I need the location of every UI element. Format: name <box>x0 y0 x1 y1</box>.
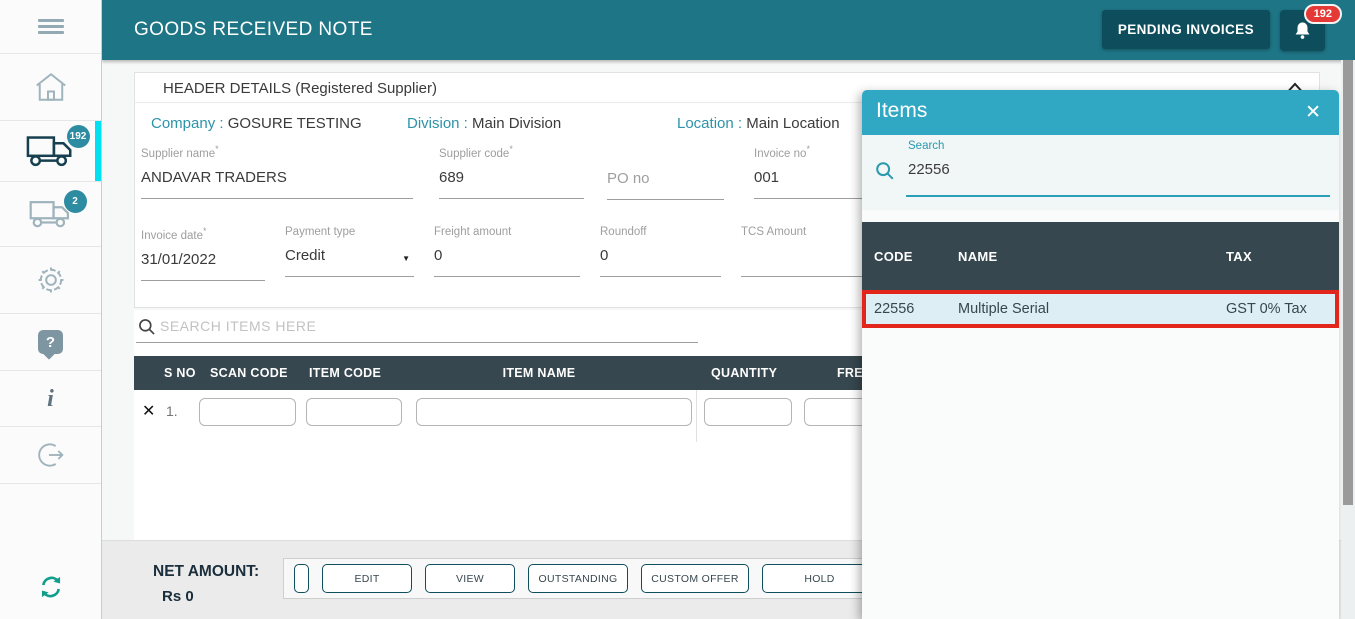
column-quantity: QUANTITY <box>711 366 777 380</box>
pending-invoices-button[interactable]: PENDING INVOICES <box>1102 10 1270 49</box>
item-name-input[interactable] <box>416 398 692 426</box>
column-item-name: ITEM NAME <box>474 366 604 380</box>
row-number: 1. <box>166 403 178 419</box>
collapsed-action-button[interactable] <box>294 564 309 593</box>
invoice-date-value: 31/01/2022 <box>141 251 265 271</box>
po-no-field[interactable]: PO no <box>607 144 724 200</box>
sync-icon <box>35 571 67 603</box>
custom-offer-button[interactable]: CUSTOM OFFER <box>641 564 749 593</box>
sidebar-item-goods-received[interactable]: 192 <box>0 121 101 182</box>
help-icon: ? <box>38 330 63 354</box>
view-button[interactable]: VIEW <box>425 564 515 593</box>
hold-button[interactable]: HOLD <box>762 564 877 593</box>
payment-type-value: Credit <box>285 247 414 267</box>
gear-icon <box>34 263 68 297</box>
location-label: Location : <box>677 115 742 132</box>
items-dialog: Items ✕ Search CODE NAME TAX 22556 Multi… <box>862 90 1339 619</box>
sidebar-item-info[interactable]: i <box>0 371 101 427</box>
delete-row-icon[interactable]: ✕ <box>142 401 155 421</box>
item-name: Multiple Serial <box>958 301 1049 317</box>
roundoff-field[interactable]: Roundoff 0 <box>600 226 721 281</box>
sidebar-item-help[interactable]: ? <box>0 314 101 371</box>
item-code: 22556 <box>874 301 914 317</box>
items-search-input[interactable] <box>908 157 1308 182</box>
column-scan-code: SCAN CODE <box>210 366 288 380</box>
sidebar-item-logout[interactable] <box>0 427 101 484</box>
logout-icon <box>35 439 67 471</box>
supplier-name-field[interactable]: Supplier name* ANDAVAR TRADERS <box>141 144 413 200</box>
home-icon <box>33 71 69 103</box>
column-item-code: ITEM CODE <box>309 366 381 380</box>
column-name: NAME <box>958 249 997 264</box>
notification-count-badge: 192 <box>1304 4 1342 24</box>
company-label: Company : <box>151 115 224 132</box>
invoice-date-field[interactable]: Invoice date* 31/01/2022 <box>141 226 265 281</box>
top-header-bar: GOODS RECEIVED NOTE PENDING INVOICES 192 <box>102 0 1355 60</box>
items-search-label: Search <box>908 140 944 152</box>
supplier-code-field[interactable]: Supplier code* 689 <box>439 144 584 200</box>
column-code: CODE <box>874 249 913 264</box>
close-icon[interactable]: ✕ <box>1305 101 1321 124</box>
payment-type-select[interactable]: Payment type Credit ▼ <box>285 226 414 281</box>
net-amount-label: NET AMOUNT: <box>153 563 259 581</box>
outstanding-button[interactable]: OUTSTANDING <box>528 564 628 593</box>
hamburger-icon <box>38 16 64 37</box>
net-amount-value: Rs 0 <box>162 588 194 605</box>
items-grid-header: CODE NAME TAX <box>862 222 1339 290</box>
items-dialog-header: Items ✕ <box>862 90 1339 135</box>
sync-button[interactable] <box>0 563 101 611</box>
freight-amount-field[interactable]: Freight amount 0 <box>434 226 580 281</box>
menu-button[interactable] <box>0 0 101 54</box>
column-sno: S NO <box>164 366 196 380</box>
dropdown-arrow-icon: ▼ <box>402 254 410 263</box>
location-value: Main Location <box>746 115 839 132</box>
edit-button[interactable]: EDIT <box>322 564 412 593</box>
active-indicator <box>95 121 101 181</box>
scrollbar-thumb[interactable] <box>1343 60 1353 505</box>
item-code-input[interactable] <box>306 398 402 426</box>
notifications-button[interactable]: 192 <box>1280 10 1325 51</box>
search-items-input[interactable] <box>160 314 696 338</box>
column-tax: TAX <box>1226 249 1252 264</box>
company-value: GOSURE TESTING <box>228 115 362 132</box>
quantity-input[interactable] <box>704 398 792 426</box>
sidebar: 192 2 ? i <box>0 0 102 619</box>
app-screen: 192 2 ? i <box>0 0 1355 619</box>
purchase-return-badge: 2 <box>64 190 87 213</box>
supplier-code-value: 689 <box>439 169 584 189</box>
item-tax: GST 0% Tax <box>1226 301 1307 317</box>
header-details-title: HEADER DETAILS (Registered Supplier) <box>163 80 437 97</box>
division-label: Division : <box>407 115 468 132</box>
po-no-placeholder: PO no <box>607 170 724 190</box>
items-search-section: Search <box>862 135 1339 210</box>
goods-received-badge: 192 <box>67 125 90 148</box>
roundoff-value: 0 <box>600 247 721 267</box>
sidebar-item-purchase-return[interactable]: 2 <box>0 182 101 247</box>
freight-amount-value: 0 <box>434 247 580 267</box>
items-dialog-title: Items <box>876 99 927 123</box>
vertical-scrollbar[interactable] <box>1341 60 1355 619</box>
search-icon <box>874 160 896 182</box>
division-value: Main Division <box>472 115 561 132</box>
scan-code-input[interactable] <box>199 398 296 426</box>
supplier-name-value: ANDAVAR TRADERS <box>141 169 413 189</box>
page-title: GOODS RECEIVED NOTE <box>134 0 373 60</box>
info-icon: i <box>47 387 54 411</box>
sidebar-item-settings[interactable] <box>0 247 101 314</box>
search-icon <box>137 317 157 337</box>
sidebar-item-home[interactable] <box>0 54 101 121</box>
items-result-row-highlighted[interactable]: 22556 Multiple Serial GST 0% Tax <box>862 290 1339 328</box>
